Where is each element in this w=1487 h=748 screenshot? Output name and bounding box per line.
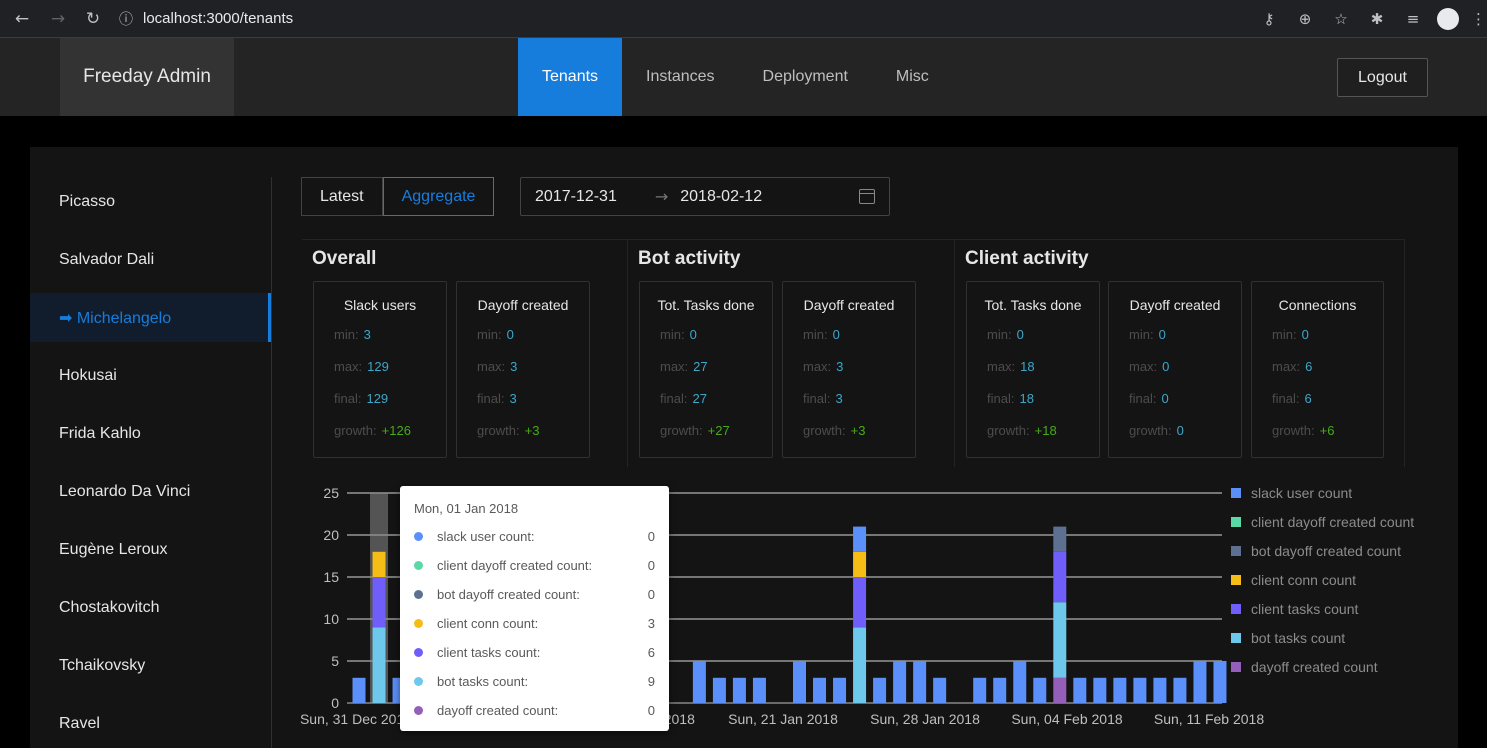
bar-segment[interactable] <box>793 661 806 703</box>
bar-segment[interactable] <box>1093 677 1107 703</box>
activity-chart: 0510152025Sun, 31 Dec 2017Sun, 07 Jan 20… <box>300 485 1414 727</box>
bar-segment[interactable] <box>1173 677 1187 703</box>
legend-marker[interactable] <box>1231 662 1241 672</box>
legend-marker[interactable] <box>1231 546 1241 556</box>
tooltip-value: 0 <box>647 587 655 602</box>
legend-label[interactable]: client dayoff created count <box>1251 514 1414 530</box>
tooltip-row: client tasks count: 6 <box>414 644 655 664</box>
bar-segment[interactable] <box>1053 602 1067 678</box>
bar-segment[interactable] <box>1053 551 1067 603</box>
tooltip-value: 6 <box>647 645 655 660</box>
tooltip-value: 3 <box>647 616 655 631</box>
legend-marker[interactable] <box>1231 517 1241 527</box>
tooltip-label: bot dayoff created count: <box>437 587 580 602</box>
legend-marker[interactable] <box>1231 604 1241 614</box>
legend-label[interactable]: client tasks count <box>1251 601 1358 617</box>
x-tick-label: Sun, 21 Jan 2018 <box>728 711 838 727</box>
bar-segment[interactable] <box>833 677 847 703</box>
y-tick-label: 25 <box>323 485 339 501</box>
bar-segment[interactable] <box>853 577 867 628</box>
tooltip-row: client conn count: 3 <box>414 615 655 635</box>
bar-segment[interactable] <box>1033 677 1047 703</box>
bar-segment[interactable] <box>1053 677 1067 703</box>
bar-segment[interactable] <box>372 551 386 577</box>
tooltip-label: slack user count: <box>437 529 535 544</box>
tooltip-dot-icon <box>414 590 423 599</box>
bar-segment[interactable] <box>1013 661 1027 703</box>
bar-segment[interactable] <box>1053 526 1067 552</box>
x-tick-label: Sun, 11 Feb 2018 <box>1154 711 1264 727</box>
tooltip-value: 0 <box>647 703 655 718</box>
bar-segment[interactable] <box>1213 661 1227 703</box>
y-tick-label: 10 <box>323 611 339 627</box>
tooltip-label: client tasks count: <box>437 645 541 660</box>
bar-segment[interactable] <box>853 627 867 703</box>
chart-tooltip: Mon, 01 Jan 2018 slack user count: 0 clien… <box>400 486 669 731</box>
bar-segment[interactable] <box>1153 677 1167 703</box>
bar-segment[interactable] <box>1133 677 1147 703</box>
tooltip-label: dayoff created count: <box>437 703 559 718</box>
x-tick-label: Sun, 04 Feb 2018 <box>1011 711 1123 727</box>
bar-segment[interactable] <box>372 627 386 703</box>
bar-segment[interactable] <box>1073 677 1087 703</box>
legend-label[interactable]: bot tasks count <box>1251 630 1345 646</box>
tooltip-label: bot tasks count: <box>437 674 529 689</box>
tooltip-value: 0 <box>647 558 655 573</box>
legend-label[interactable]: bot dayoff created count <box>1251 543 1401 559</box>
bar-segment[interactable] <box>853 526 867 552</box>
legend-label[interactable]: dayoff created count <box>1251 659 1378 675</box>
legend-label[interactable]: client conn count <box>1251 572 1356 588</box>
tooltip-row: dayoff created count: 0 <box>414 702 655 722</box>
tooltip-row: client dayoff created count: 0 <box>414 557 655 577</box>
x-tick-label: Sun, 28 Jan 2018 <box>870 711 980 727</box>
bar-segment[interactable] <box>692 661 706 703</box>
legend-marker[interactable] <box>1231 633 1241 643</box>
y-tick-label: 15 <box>323 569 339 585</box>
tooltip-row: bot tasks count: 9 <box>414 673 655 693</box>
y-tick-label: 0 <box>331 695 339 711</box>
bar-segment[interactable] <box>732 677 746 703</box>
bar-segment[interactable] <box>352 677 366 703</box>
bar-segment[interactable] <box>372 577 386 628</box>
tooltip-label: client dayoff created count: <box>437 558 593 573</box>
x-tick-label: Sun, 31 Dec 2017 <box>300 711 412 727</box>
bar-segment[interactable] <box>893 661 907 703</box>
bar-segment[interactable] <box>853 551 867 577</box>
tooltip-label: client conn count: <box>437 616 539 631</box>
bar-segment[interactable] <box>813 677 827 703</box>
tooltip-dot-icon <box>414 677 423 686</box>
tooltip-value: 9 <box>647 674 655 689</box>
tooltip-row: bot dayoff created count: 0 <box>414 586 655 606</box>
bar-segment[interactable] <box>973 677 987 703</box>
tooltip-dot-icon <box>414 532 423 541</box>
tooltip-row: slack user count: 0 <box>414 528 655 548</box>
tooltip-dot-icon <box>414 706 423 715</box>
bar-segment[interactable] <box>752 677 766 703</box>
bar-segment[interactable] <box>913 661 927 703</box>
tooltip-dot-icon <box>414 619 423 628</box>
legend-label[interactable]: slack user count <box>1251 485 1352 501</box>
legend-marker[interactable] <box>1231 575 1241 585</box>
tooltip-dot-icon <box>414 561 423 570</box>
bar-segment[interactable] <box>712 677 726 703</box>
y-tick-label: 5 <box>331 653 339 669</box>
tooltip-dot-icon <box>414 648 423 657</box>
bar-segment[interactable] <box>1113 677 1127 703</box>
bar-segment[interactable] <box>1193 661 1207 703</box>
tooltip-value: 0 <box>647 529 655 544</box>
tooltip-title: Mon, 01 Jan 2018 <box>414 501 519 516</box>
legend-marker[interactable] <box>1231 488 1241 498</box>
bar-segment[interactable] <box>873 677 887 703</box>
y-tick-label: 20 <box>323 527 339 543</box>
bar-segment[interactable] <box>933 677 947 703</box>
bar-segment[interactable] <box>993 677 1007 703</box>
